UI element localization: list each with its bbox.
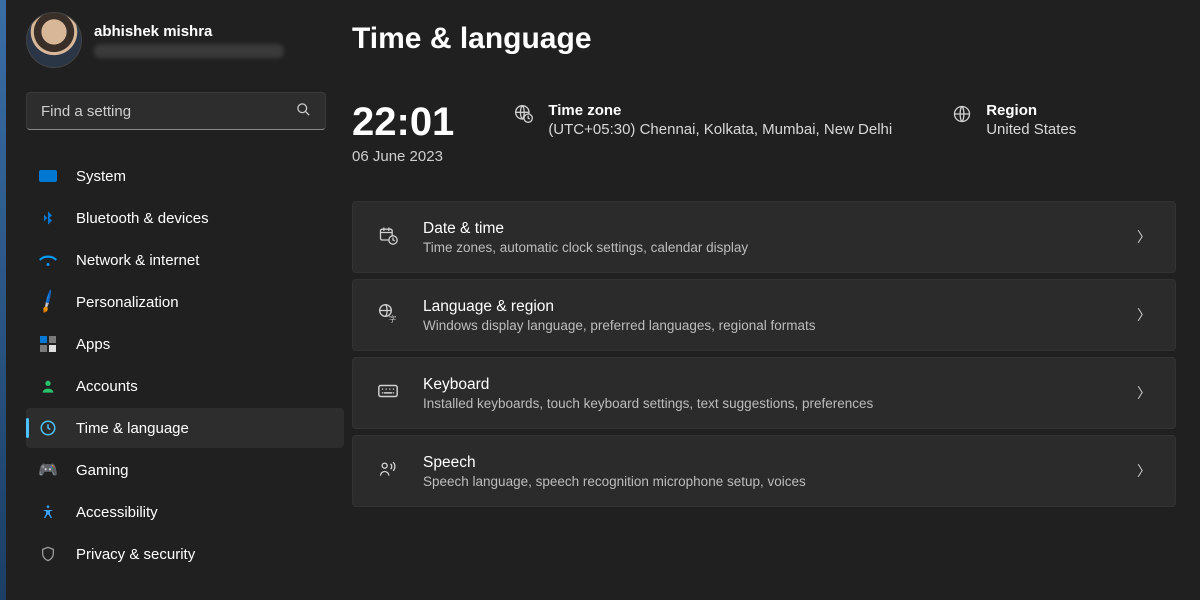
- sidebar: abhishek mishra System Bluetooth & devic…: [6, 0, 342, 600]
- globe-icon: [952, 104, 972, 129]
- sidebar-item-system[interactable]: System: [26, 156, 344, 196]
- region-block: Region United States: [952, 102, 1076, 138]
- card-subtitle: Installed keyboards, touch keyboard sett…: [423, 396, 1113, 411]
- sidebar-item-label: Bluetooth & devices: [76, 210, 209, 227]
- profile-name: abhishek mishra: [94, 23, 284, 40]
- sidebar-item-time-language[interactable]: Time & language: [26, 408, 344, 448]
- card-language-region[interactable]: 字 Language & region Windows display lang…: [352, 279, 1176, 351]
- chevron-right-icon: 〉: [1137, 305, 1151, 325]
- person-icon: [38, 376, 58, 396]
- timezone-block: Time zone (UTC+05:30) Chennai, Kolkata, …: [514, 102, 892, 138]
- page-title: Time & language: [352, 22, 1176, 56]
- timezone-label: Time zone: [548, 102, 892, 119]
- card-subtitle: Time zones, automatic clock settings, ca…: [423, 240, 1113, 255]
- profile-block[interactable]: abhishek mishra: [26, 12, 338, 68]
- wifi-icon: [38, 250, 58, 270]
- clock-time: 22:01: [352, 102, 454, 142]
- card-speech[interactable]: Speech Speech language, speech recogniti…: [352, 435, 1176, 507]
- sidebar-item-label: Network & internet: [76, 252, 199, 269]
- sidebar-item-personalization[interactable]: 🖌️ Personalization: [26, 282, 344, 322]
- sidebar-item-bluetooth[interactable]: Bluetooth & devices: [26, 198, 344, 238]
- card-keyboard[interactable]: Keyboard Installed keyboards, touch keyb…: [352, 357, 1176, 429]
- clock-block: 22:01 06 June 2023: [352, 102, 454, 165]
- card-subtitle: Windows display language, preferred lang…: [423, 318, 1113, 333]
- sidebar-item-label: Time & language: [76, 420, 189, 437]
- sidebar-item-label: Accounts: [76, 378, 138, 395]
- region-label: Region: [986, 102, 1076, 119]
- card-title: Date & time: [423, 220, 1113, 238]
- clock-date: 06 June 2023: [352, 148, 454, 165]
- calendar-clock-icon: [377, 225, 399, 250]
- svg-text:字: 字: [389, 313, 397, 323]
- sidebar-item-privacy[interactable]: Privacy & security: [26, 534, 344, 574]
- system-icon: [38, 166, 58, 186]
- sidebar-item-network[interactable]: Network & internet: [26, 240, 344, 280]
- search-input[interactable]: [41, 103, 296, 120]
- sidebar-item-label: Personalization: [76, 294, 179, 311]
- sidebar-item-accounts[interactable]: Accounts: [26, 366, 344, 406]
- chevron-right-icon: 〉: [1137, 227, 1151, 247]
- sidebar-item-label: Apps: [76, 336, 110, 353]
- main-content: Time & language 22:01 06 June 2023 Time …: [342, 0, 1200, 600]
- sidebar-item-label: System: [76, 168, 126, 185]
- card-title: Speech: [423, 454, 1113, 472]
- card-title: Keyboard: [423, 376, 1113, 394]
- chevron-right-icon: 〉: [1137, 461, 1151, 481]
- accessibility-icon: [38, 502, 58, 522]
- search-box[interactable]: [26, 92, 326, 130]
- region-value: United States: [986, 121, 1076, 138]
- card-date-time[interactable]: Date & time Time zones, automatic clock …: [352, 201, 1176, 273]
- timezone-value: (UTC+05:30) Chennai, Kolkata, Mumbai, Ne…: [548, 121, 892, 138]
- shield-icon: [38, 544, 58, 564]
- sidebar-item-label: Gaming: [76, 462, 129, 479]
- sidebar-item-gaming[interactable]: 🎮 Gaming: [26, 450, 344, 490]
- nav-list: System Bluetooth & devices Network & int…: [26, 156, 344, 574]
- search-icon: [296, 102, 311, 121]
- card-title: Language & region: [423, 298, 1113, 316]
- gamepad-icon: 🎮: [38, 460, 58, 480]
- sidebar-item-label: Accessibility: [76, 504, 158, 521]
- keyboard-icon: [377, 380, 399, 407]
- globe-clock-icon: [514, 104, 534, 129]
- sidebar-item-accessibility[interactable]: Accessibility: [26, 492, 344, 532]
- sidebar-item-apps[interactable]: Apps: [26, 324, 344, 364]
- globe-char-icon: 字: [377, 303, 399, 328]
- settings-cards: Date & time Time zones, automatic clock …: [352, 201, 1176, 507]
- bluetooth-icon: [38, 208, 58, 228]
- speech-icon: [377, 459, 399, 484]
- sidebar-item-label: Privacy & security: [76, 546, 195, 563]
- card-subtitle: Speech language, speech recognition micr…: [423, 474, 1113, 489]
- clock-globe-icon: [38, 418, 58, 438]
- avatar: [26, 12, 82, 68]
- profile-email-redacted: [94, 44, 284, 58]
- header-row: 22:01 06 June 2023 Time zone (UTC+05:30)…: [352, 102, 1176, 165]
- apps-icon: [38, 334, 58, 354]
- chevron-right-icon: 〉: [1137, 383, 1151, 403]
- brush-icon: 🖌️: [34, 288, 61, 315]
